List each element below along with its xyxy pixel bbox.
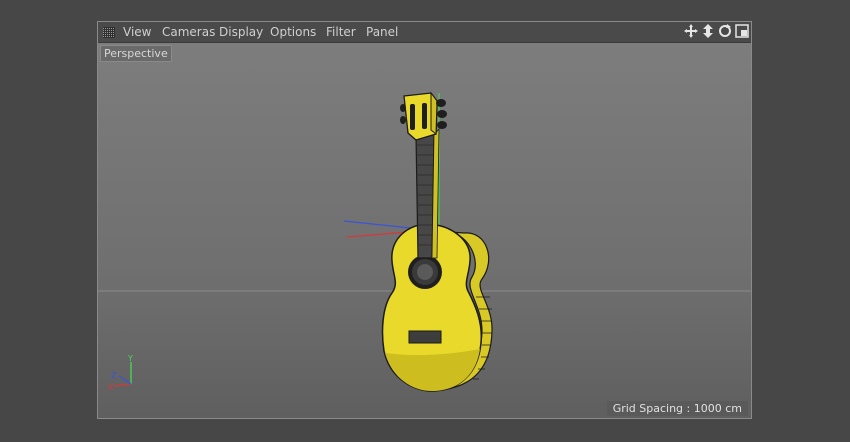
z-axis-line <box>343 220 421 230</box>
tuning-peg <box>437 121 447 129</box>
panel-grip-icon[interactable] <box>103 27 115 38</box>
axis-label-y: Y <box>127 354 133 363</box>
viewport-menubar: View Cameras Display Options Filter Pane… <box>98 22 751 43</box>
menu-display[interactable]: Display <box>219 25 263 39</box>
rotate-icon[interactable] <box>718 24 732 40</box>
menu-cameras[interactable]: Cameras <box>162 25 215 39</box>
viewport-window[interactable]: View Cameras Display Options Filter Pane… <box>97 21 752 419</box>
dolly-icon[interactable] <box>701 24 715 40</box>
tuning-peg <box>436 99 446 107</box>
tuning-peg <box>437 110 447 118</box>
tuning-peg <box>400 116 406 124</box>
menu-options[interactable]: Options <box>270 25 316 39</box>
guitar-bridge <box>408 330 442 344</box>
move-icon[interactable] <box>684 24 698 40</box>
guitar-model <box>381 91 493 392</box>
menu-filter[interactable]: Filter <box>326 25 356 39</box>
tuning-peg <box>400 104 406 112</box>
maximize-icon[interactable] <box>735 24 749 40</box>
axis-label-z: Z <box>111 371 117 380</box>
axis-label-x: X <box>108 383 114 392</box>
viewport-nav-icons <box>684 24 749 40</box>
menu-view[interactable]: View <box>123 25 151 39</box>
guitar-neck <box>415 134 435 259</box>
3d-scene[interactable]: Perspective Y X Z Grid Spacing: 1000 cm <box>98 43 751 418</box>
scene-canvas: Y X Z <box>98 91 751 392</box>
menu-panel[interactable]: Panel <box>366 25 398 39</box>
grid-spacing-readout: Grid Spacing : 1000 cm <box>606 401 748 416</box>
world-axis-indicator: Y X Z <box>108 354 133 392</box>
